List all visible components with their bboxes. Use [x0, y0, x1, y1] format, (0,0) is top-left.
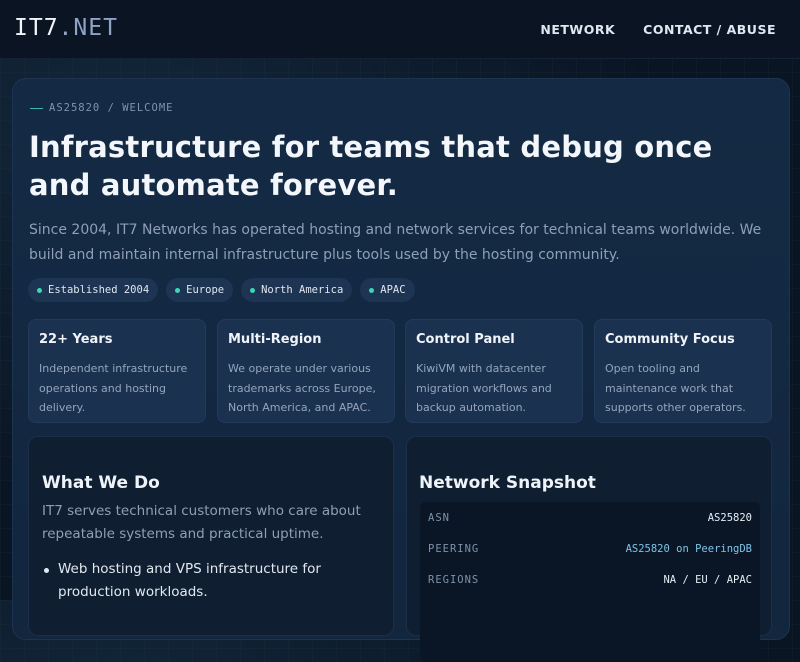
feature-card-years: 22+ Years Independent infrastructure ope… — [28, 319, 206, 423]
feature-card-control-panel: Control Panel KiwiVM with datacenter mig… — [405, 319, 583, 423]
what-we-do-text: IT7 serves technical customers who care … — [42, 503, 361, 542]
snapshot-table: ASN AS25820 PEERING AS25820 on PeeringDB… — [420, 502, 760, 662]
tag-north-america: North America — [241, 278, 353, 302]
hero-title: Infrastructure for teams that debug once… — [29, 130, 713, 202]
network-snapshot-section: Network Snapshot ASN AS25820 PEERING AS2… — [406, 436, 772, 662]
tag-label: Europe — [186, 284, 225, 296]
what-we-do-list: Web hosting and VPS infrastructure for p… — [42, 558, 387, 604]
logo-main: IT7 — [14, 15, 59, 41]
tag-list: Established 2004 Europe North America AP… — [28, 278, 415, 302]
logo-suffix: .NET — [58, 15, 118, 41]
snapshot-key: PEERING — [428, 542, 480, 555]
list-item: Web hosting and VPS infrastructure for p… — [42, 558, 387, 604]
feature-title: Community Focus — [605, 332, 735, 347]
feature-title: 22+ Years — [39, 332, 113, 347]
status-dot-icon — [250, 287, 256, 293]
feature-text: Open tooling and maintenance work that s… — [605, 362, 746, 414]
snapshot-value: AS25820 — [707, 511, 752, 524]
feature-text: KiwiVM with datacenter migration workflo… — [416, 362, 552, 414]
feature-text: We operate under various trademarks acro… — [228, 362, 376, 414]
status-dot-icon — [175, 287, 181, 293]
status-dot-icon — [37, 287, 42, 293]
tag-europe: Europe — [166, 278, 234, 302]
hero-eyebrow: AS25820 / WELCOME — [30, 102, 173, 114]
nav-network-link[interactable]: NETWORK — [540, 22, 615, 37]
feature-text: Independent infrastructure operations an… — [39, 362, 188, 414]
tag-label: North America — [261, 284, 344, 296]
feature-card-multi-region: Multi-Region We operate under various tr… — [217, 319, 395, 423]
feature-title: Control Panel — [416, 332, 515, 347]
status-dot-icon — [369, 287, 375, 293]
table-row: PEERING AS25820 on PeeringDB — [420, 533, 760, 564]
what-we-do-section: What We Do IT7 serves technical customer… — [28, 436, 394, 636]
tag-established: Established 2004 — [28, 278, 159, 302]
table-row: REGIONS NA / EU / APAC — [420, 564, 760, 595]
feature-card-community: Community Focus Open tooling and mainten… — [594, 319, 772, 423]
main-nav: NETWORK CONTACT / ABUSE — [540, 22, 776, 37]
snapshot-value: NA / EU / APAC — [663, 573, 752, 586]
snapshot-key: REGIONS — [428, 573, 480, 586]
snapshot-key: ASN — [428, 511, 450, 524]
eyebrow-dash-icon — [30, 107, 43, 109]
what-we-do-title: What We Do — [42, 473, 160, 493]
network-snapshot-title: Network Snapshot — [419, 473, 596, 493]
eyebrow-text: AS25820 / WELCOME — [49, 102, 174, 114]
feature-title: Multi-Region — [228, 332, 322, 347]
site-logo[interactable]: IT7.NET — [14, 15, 118, 41]
tag-label: Established 2004 — [48, 284, 150, 296]
hero-description: Since 2004, IT7 Networks has operated ho… — [29, 222, 762, 263]
top-bar: IT7.NET NETWORK CONTACT / ABUSE — [0, 0, 800, 59]
peeringdb-link[interactable]: AS25820 on PeeringDB — [626, 543, 752, 555]
tag-apac: APAC — [360, 278, 415, 302]
tag-label: APAC — [380, 284, 406, 296]
table-row: ASN AS25820 — [420, 502, 760, 533]
nav-contact-abuse-link[interactable]: CONTACT / ABUSE — [643, 22, 776, 37]
